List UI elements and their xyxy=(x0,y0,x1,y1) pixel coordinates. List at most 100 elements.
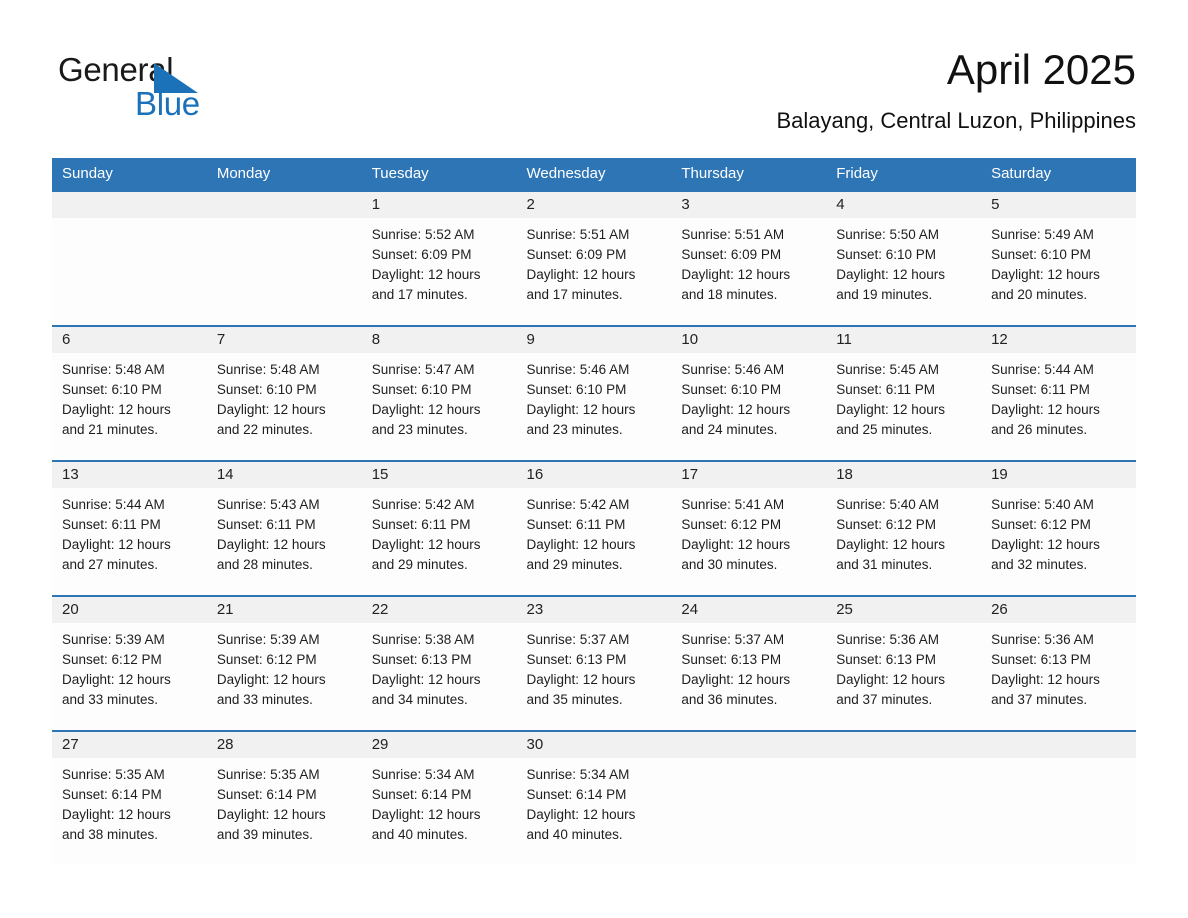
sunrise-text: Sunrise: 5:40 AM xyxy=(991,497,1094,512)
calendar-week-row: 27 Sunrise: 5:35 AM Sunset: 6:14 PM Dayligh… xyxy=(52,730,1136,865)
sunset-text: Sunset: 6:11 PM xyxy=(62,517,161,532)
calendar-day-cell[interactable]: 2 Sunrise: 5:51 AM Sunset: 6:09 PM Daylight… xyxy=(516,190,672,326)
day-cell-inner: 27 Sunrise: 5:35 AM Sunset: 6:14 PM Dayligh… xyxy=(52,732,207,865)
weekday-header-wednesday: Wednesday xyxy=(516,158,672,191)
daylight-text-line2: and 18 minutes. xyxy=(681,287,778,302)
day-cell-inner: 29 Sunrise: 5:34 AM Sunset: 6:14 PM Dayligh… xyxy=(361,732,517,865)
daylight-text-line2: and 23 minutes. xyxy=(526,422,623,437)
sunset-text: Sunset: 6:10 PM xyxy=(681,382,782,397)
daylight-text-line2: and 32 minutes. xyxy=(991,557,1088,572)
calendar-day-cell[interactable]: 13 Sunrise: 5:44 AM Sunset: 6:11 PM Dayligh… xyxy=(52,460,207,596)
sunrise-text: Sunrise: 5:50 AM xyxy=(836,227,940,242)
day-number: 1 xyxy=(361,192,517,218)
day-cell-inner: 21 Sunrise: 5:39 AM Sunset: 6:12 PM Dayligh… xyxy=(206,597,362,730)
day-details: Sunrise: 5:49 AM Sunset: 6:10 PM Daylight:… xyxy=(981,218,1136,305)
calendar-day-cell[interactable]: 10 Sunrise: 5:46 AM Sunset: 6:10 PM Dayligh… xyxy=(671,325,827,461)
calendar-day-cell[interactable]: 20 Sunrise: 5:39 AM Sunset: 6:12 PM Dayligh… xyxy=(52,595,207,731)
day-number xyxy=(826,732,982,758)
page-title: April 2025 xyxy=(946,46,1136,93)
sunrise-text: Sunrise: 5:48 AM xyxy=(62,362,165,377)
day-cell-inner xyxy=(206,192,362,325)
calendar-day-cell[interactable]: 25 Sunrise: 5:36 AM Sunset: 6:13 PM Dayligh… xyxy=(826,595,982,731)
sunset-text: Sunset: 6:13 PM xyxy=(836,652,937,667)
day-cell-inner: 19 Sunrise: 5:40 AM Sunset: 6:12 PM Dayligh… xyxy=(981,462,1136,595)
daylight-text-line1: Daylight: 12 hours xyxy=(216,537,326,552)
daylight-text-line1: Daylight: 12 hours xyxy=(526,402,636,417)
sunset-text: Sunset: 6:14 PM xyxy=(62,787,162,802)
calendar-day-cell[interactable]: 17 Sunrise: 5:41 AM Sunset: 6:12 PM Dayligh… xyxy=(671,460,827,596)
calendar-day-cell[interactable]: 8 Sunrise: 5:47 AM Sunset: 6:10 PM Daylight… xyxy=(361,325,517,461)
calendar-day-cell[interactable]: 26 Sunrise: 5:36 AM Sunset: 6:13 PM Dayligh… xyxy=(981,595,1136,731)
day-details: Sunrise: 5:34 AM Sunset: 6:14 PM Daylight:… xyxy=(517,758,672,845)
daylight-text-line1: Daylight: 12 hours xyxy=(526,672,636,687)
calendar-day-cell[interactable]: 29 Sunrise: 5:34 AM Sunset: 6:14 PM Dayligh… xyxy=(361,730,517,865)
sunrise-text: Sunrise: 5:49 AM xyxy=(991,227,1094,242)
calendar-day-cell[interactable]: 21 Sunrise: 5:39 AM Sunset: 6:12 PM Dayligh… xyxy=(206,595,362,731)
calendar-day-cell[interactable]: 23 Sunrise: 5:37 AM Sunset: 6:13 PM Dayligh… xyxy=(516,595,672,731)
sunrise-text: Sunrise: 5:41 AM xyxy=(681,497,785,512)
day-cell-inner: 3 Sunrise: 5:51 AM Sunset: 6:09 PM Daylight… xyxy=(671,192,827,325)
day-number xyxy=(52,192,207,218)
sunset-text: Sunset: 6:14 PM xyxy=(216,787,317,802)
day-number: 23 xyxy=(516,597,672,623)
day-details: Sunrise: 5:37 AM Sunset: 6:13 PM Daylight:… xyxy=(517,623,672,710)
daylight-text-line1: Daylight: 12 hours xyxy=(216,807,326,822)
calendar-day-cell[interactable]: 22 Sunrise: 5:38 AM Sunset: 6:13 PM Dayligh… xyxy=(361,595,517,731)
calendar-day-cell[interactable]: 9 Sunrise: 5:46 AM Sunset: 6:10 PM Daylight… xyxy=(516,325,672,461)
day-number: 7 xyxy=(206,327,362,353)
day-details: Sunrise: 5:44 AM Sunset: 6:11 PM Daylight:… xyxy=(981,353,1136,440)
daylight-text-line2: and 39 minutes. xyxy=(216,827,313,842)
generalblue-logo[interactable]: General Blue xyxy=(58,50,318,136)
sunrise-text: Sunrise: 5:46 AM xyxy=(526,362,630,377)
calendar-day-cell[interactable]: 6 Sunrise: 5:48 AM Sunset: 6:10 PM Daylight… xyxy=(52,325,207,461)
day-number: 27 xyxy=(52,732,207,758)
calendar-day-cell[interactable]: 3 Sunrise: 5:51 AM Sunset: 6:09 PM Daylight… xyxy=(671,190,827,326)
sunset-text: Sunset: 6:12 PM xyxy=(991,517,1091,532)
day-details: Sunrise: 5:41 AM Sunset: 6:12 PM Daylight:… xyxy=(671,488,826,575)
daylight-text-line2: and 17 minutes. xyxy=(526,287,623,302)
calendar-day-cell[interactable]: 7 Sunrise: 5:48 AM Sunset: 6:10 PM Daylight… xyxy=(206,325,362,461)
calendar-day-cell[interactable]: 27 Sunrise: 5:35 AM Sunset: 6:14 PM Dayligh… xyxy=(52,730,207,865)
weekday-header-friday: Friday xyxy=(826,158,982,191)
day-number: 24 xyxy=(671,597,827,623)
calendar-day-cell[interactable]: 1 Sunrise: 5:52 AM Sunset: 6:09 PM Daylight… xyxy=(361,190,517,326)
sunset-text: Sunset: 6:11 PM xyxy=(991,382,1090,397)
daylight-text-line1: Daylight: 12 hours xyxy=(681,402,791,417)
day-cell-inner: 20 Sunrise: 5:39 AM Sunset: 6:12 PM Dayligh… xyxy=(52,597,207,730)
day-number: 4 xyxy=(826,192,982,218)
sunrise-text: Sunrise: 5:47 AM xyxy=(371,362,475,377)
daylight-text-line2: and 25 minutes. xyxy=(836,422,933,437)
calendar-day-cell-empty xyxy=(52,190,207,326)
calendar-week-row: 6 Sunrise: 5:48 AM Sunset: 6:10 PM Daylight… xyxy=(52,325,1136,461)
calendar-day-cell[interactable]: 5 Sunrise: 5:49 AM Sunset: 6:10 PM Daylight… xyxy=(981,190,1136,326)
day-number: 10 xyxy=(671,327,827,353)
calendar-day-cell[interactable]: 14 Sunrise: 5:43 AM Sunset: 6:11 PM Dayligh… xyxy=(206,460,362,596)
calendar-day-cell[interactable]: 16 Sunrise: 5:42 AM Sunset: 6:11 PM Dayligh… xyxy=(516,460,672,596)
day-details: Sunrise: 5:51 AM Sunset: 6:09 PM Daylight:… xyxy=(671,218,826,305)
sunrise-text: Sunrise: 5:42 AM xyxy=(526,497,630,512)
calendar-day-cell[interactable]: 24 Sunrise: 5:37 AM Sunset: 6:13 PM Dayligh… xyxy=(671,595,827,731)
sunrise-text: Sunrise: 5:40 AM xyxy=(836,497,940,512)
day-details: Sunrise: 5:44 AM Sunset: 6:11 PM Daylight:… xyxy=(52,488,207,575)
calendar-day-cell[interactable]: 28 Sunrise: 5:35 AM Sunset: 6:14 PM Dayligh… xyxy=(206,730,362,865)
calendar-day-cell[interactable]: 11 Sunrise: 5:45 AM Sunset: 6:11 PM Dayligh… xyxy=(826,325,982,461)
daylight-text-line1: Daylight: 12 hours xyxy=(681,672,791,687)
calendar-day-cell[interactable]: 15 Sunrise: 5:42 AM Sunset: 6:11 PM Dayligh… xyxy=(361,460,517,596)
calendar-day-cell[interactable]: 18 Sunrise: 5:40 AM Sunset: 6:12 PM Dayligh… xyxy=(826,460,982,596)
calendar-day-cell[interactable]: 4 Sunrise: 5:50 AM Sunset: 6:10 PM Daylight… xyxy=(826,190,982,326)
daylight-text-line2: and 29 minutes. xyxy=(371,557,468,572)
sunrise-text: Sunrise: 5:39 AM xyxy=(216,632,320,647)
daylight-text-line1: Daylight: 12 hours xyxy=(526,537,636,552)
day-cell-inner: 5 Sunrise: 5:49 AM Sunset: 6:10 PM Daylight… xyxy=(981,192,1136,325)
calendar-day-cell[interactable]: 19 Sunrise: 5:40 AM Sunset: 6:12 PM Dayligh… xyxy=(981,460,1136,596)
day-number: 19 xyxy=(981,462,1136,488)
day-cell-inner: 17 Sunrise: 5:41 AM Sunset: 6:12 PM Dayligh… xyxy=(671,462,827,595)
daylight-text-line1: Daylight: 12 hours xyxy=(836,672,946,687)
sunset-text: Sunset: 6:10 PM xyxy=(371,382,472,397)
day-details: Sunrise: 5:42 AM Sunset: 6:11 PM Daylight:… xyxy=(517,488,672,575)
daylight-text-line2: and 37 minutes. xyxy=(836,692,933,707)
calendar-day-cell[interactable]: 12 Sunrise: 5:44 AM Sunset: 6:11 PM Dayligh… xyxy=(981,325,1136,461)
weekday-header-thursday: Thursday xyxy=(671,158,827,191)
calendar-day-cell[interactable]: 30 Sunrise: 5:34 AM Sunset: 6:14 PM Dayligh… xyxy=(516,730,672,865)
daylight-text-line2: and 40 minutes. xyxy=(371,827,468,842)
